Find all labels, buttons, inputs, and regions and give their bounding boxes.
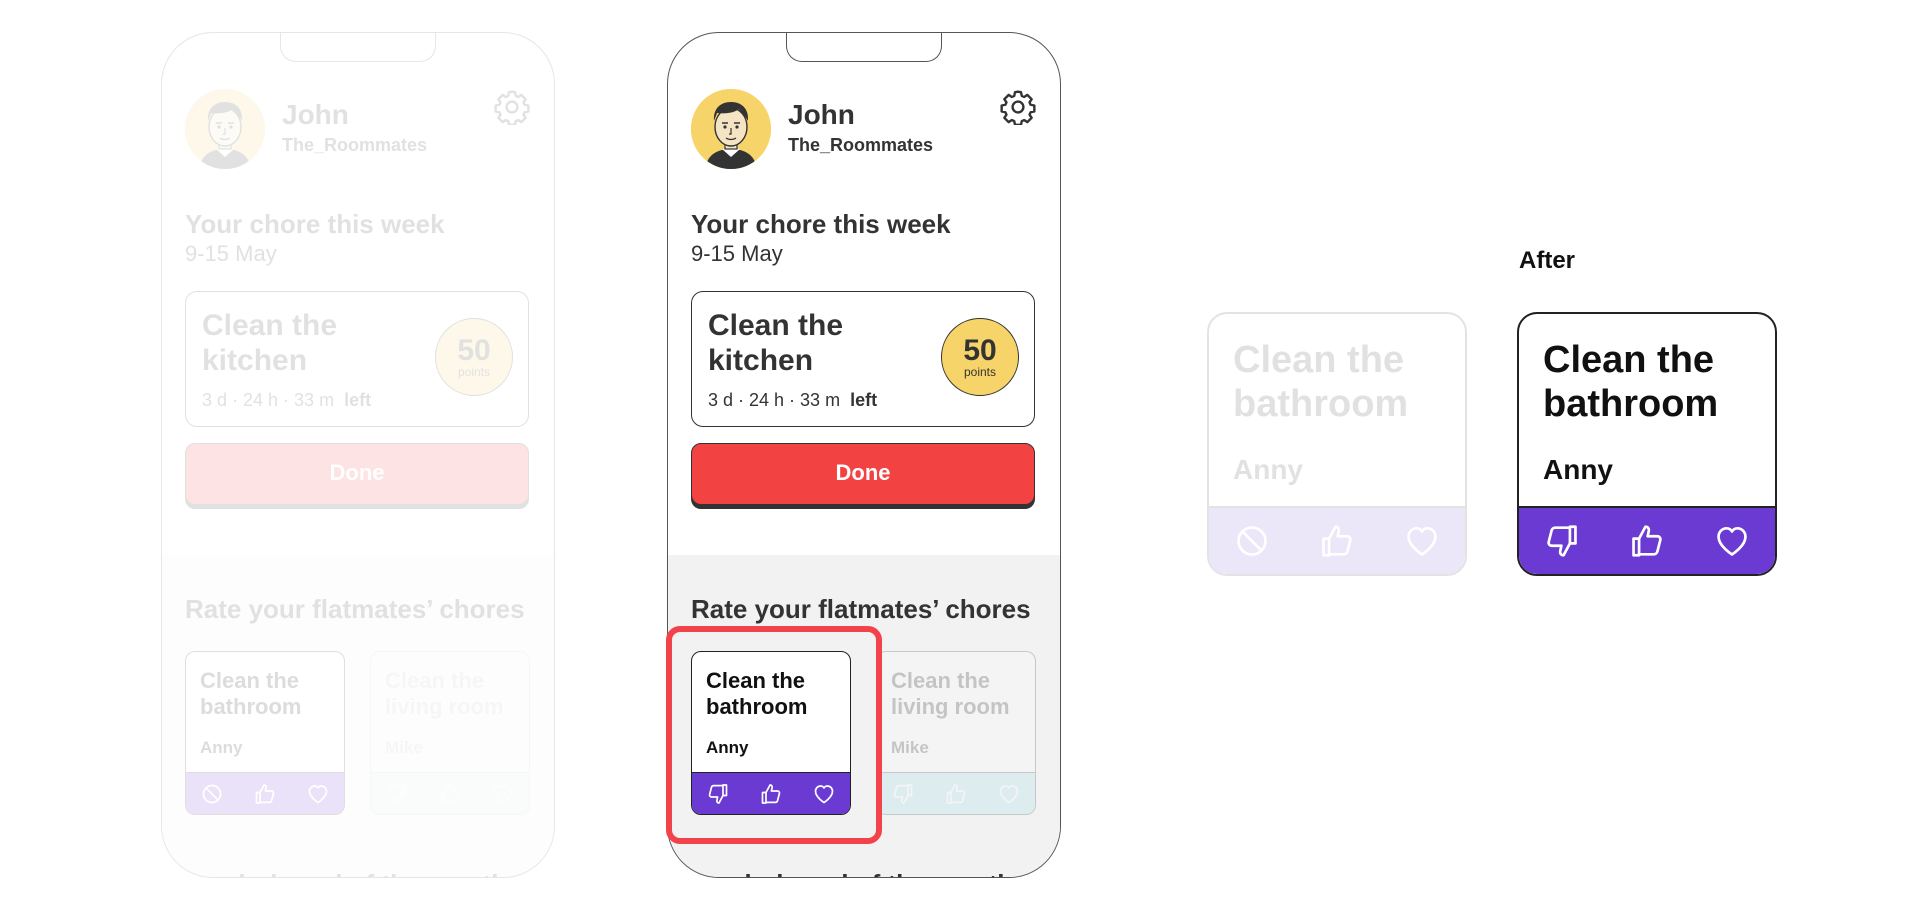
before-rating-card: Clean the bathroom Anny [1207, 312, 1467, 576]
thumbs-up-icon[interactable] [253, 782, 277, 806]
rating-card-living-room[interactable]: Clean the living room Mike [370, 651, 530, 815]
faded-phone-mockup: John The_Roommates Your chore this week … [161, 32, 555, 878]
done-button[interactable]: Done [185, 443, 529, 505]
block-icon [1233, 522, 1271, 560]
rating-action-bar [1209, 506, 1465, 574]
chore-dates: 9-15 May [185, 241, 277, 266]
points-label: points [457, 365, 491, 379]
rating-card-bathroom[interactable]: Clean the bathroom Anny [185, 651, 345, 815]
done-button[interactable]: Done [691, 443, 1035, 505]
settings-gear-icon[interactable] [494, 89, 530, 125]
chore-title: Clean the kitchen [708, 309, 844, 377]
user-group: The_Roommates [788, 135, 934, 155]
thumbs-up-icon [1318, 522, 1356, 560]
block-icon[interactable] [200, 782, 224, 806]
rating-action-bar [186, 772, 344, 814]
rating-card-title: Clean the bathroom [1543, 339, 1719, 425]
user-group: The_Roommates [282, 135, 428, 155]
chore-time-left: 3 d · 24 h · 33 m left [202, 390, 372, 410]
points-label: points [963, 365, 997, 379]
rating-card-assignee: Anny [200, 738, 243, 757]
rating-card-title: Clean the living room [385, 668, 529, 720]
user-name: John [788, 99, 855, 130]
rating-action-bar [877, 772, 1035, 814]
rating-card-title: Clean the bathroom [1233, 339, 1409, 425]
points-badge: 50 points [941, 318, 1019, 396]
phone-notch [280, 33, 436, 62]
rating-card-assignee: Mike [891, 738, 929, 757]
heart-icon[interactable] [491, 782, 515, 806]
rating-card-assignee: Anny [1233, 454, 1303, 485]
thumbs-down-icon[interactable] [385, 782, 409, 806]
rating-card-title: Clean the bathroom [200, 668, 302, 719]
chore-title: Clean the kitchen [202, 309, 338, 377]
thumbs-up-icon [1628, 522, 1666, 560]
leaderboard-heading: Leaderboard of the month [691, 869, 1013, 877]
chore-card: Clean the kitchen 3 d · 24 h · 33 m left… [185, 291, 529, 427]
rating-action-bar [1519, 506, 1775, 574]
avatar [185, 89, 265, 169]
highlight-frame [666, 626, 882, 844]
thumbs-up-icon[interactable] [438, 782, 462, 806]
after-rating-card: Clean the bathroom Anny [1517, 312, 1777, 576]
after-label: After [1519, 247, 1576, 274]
rate-heading: Rate your flatmates’ chores [691, 594, 1031, 624]
chore-card: Clean the kitchen 3 d · 24 h · 33 m left… [691, 291, 1035, 427]
rating-card-assignee: Anny [1543, 454, 1613, 485]
settings-gear-icon[interactable] [1000, 89, 1036, 125]
rating-card-living-room[interactable]: Clean the living room Mike [876, 651, 1036, 815]
heart-icon [1713, 522, 1751, 560]
heart-icon[interactable] [997, 782, 1021, 806]
chore-dates: 9-15 May [691, 241, 783, 266]
user-name: John [282, 99, 349, 130]
rating-action-bar [371, 772, 529, 814]
points-badge: 50 points [435, 318, 513, 396]
rating-card-assignee: Mike [385, 738, 423, 758]
chore-heading: Your chore this week [691, 209, 951, 239]
thumbs-down-icon[interactable] [891, 782, 915, 806]
leaderboard-heading: Leaderboard of the month [185, 869, 507, 877]
avatar [691, 89, 771, 169]
chore-time-left: 3 d · 24 h · 33 m left [708, 390, 878, 410]
heart-icon[interactable] [306, 782, 330, 806]
rating-card-title: Clean the living room [891, 668, 1010, 719]
thumbs-down-icon [1543, 522, 1581, 560]
points-value: 50 [457, 334, 491, 367]
rate-heading: Rate your flatmates’ chores [185, 594, 525, 624]
chore-heading: Your chore this week [185, 209, 445, 239]
phone-notch [786, 33, 942, 62]
thumbs-up-icon[interactable] [944, 782, 968, 806]
points-value: 50 [963, 334, 997, 367]
heart-icon [1403, 522, 1441, 560]
